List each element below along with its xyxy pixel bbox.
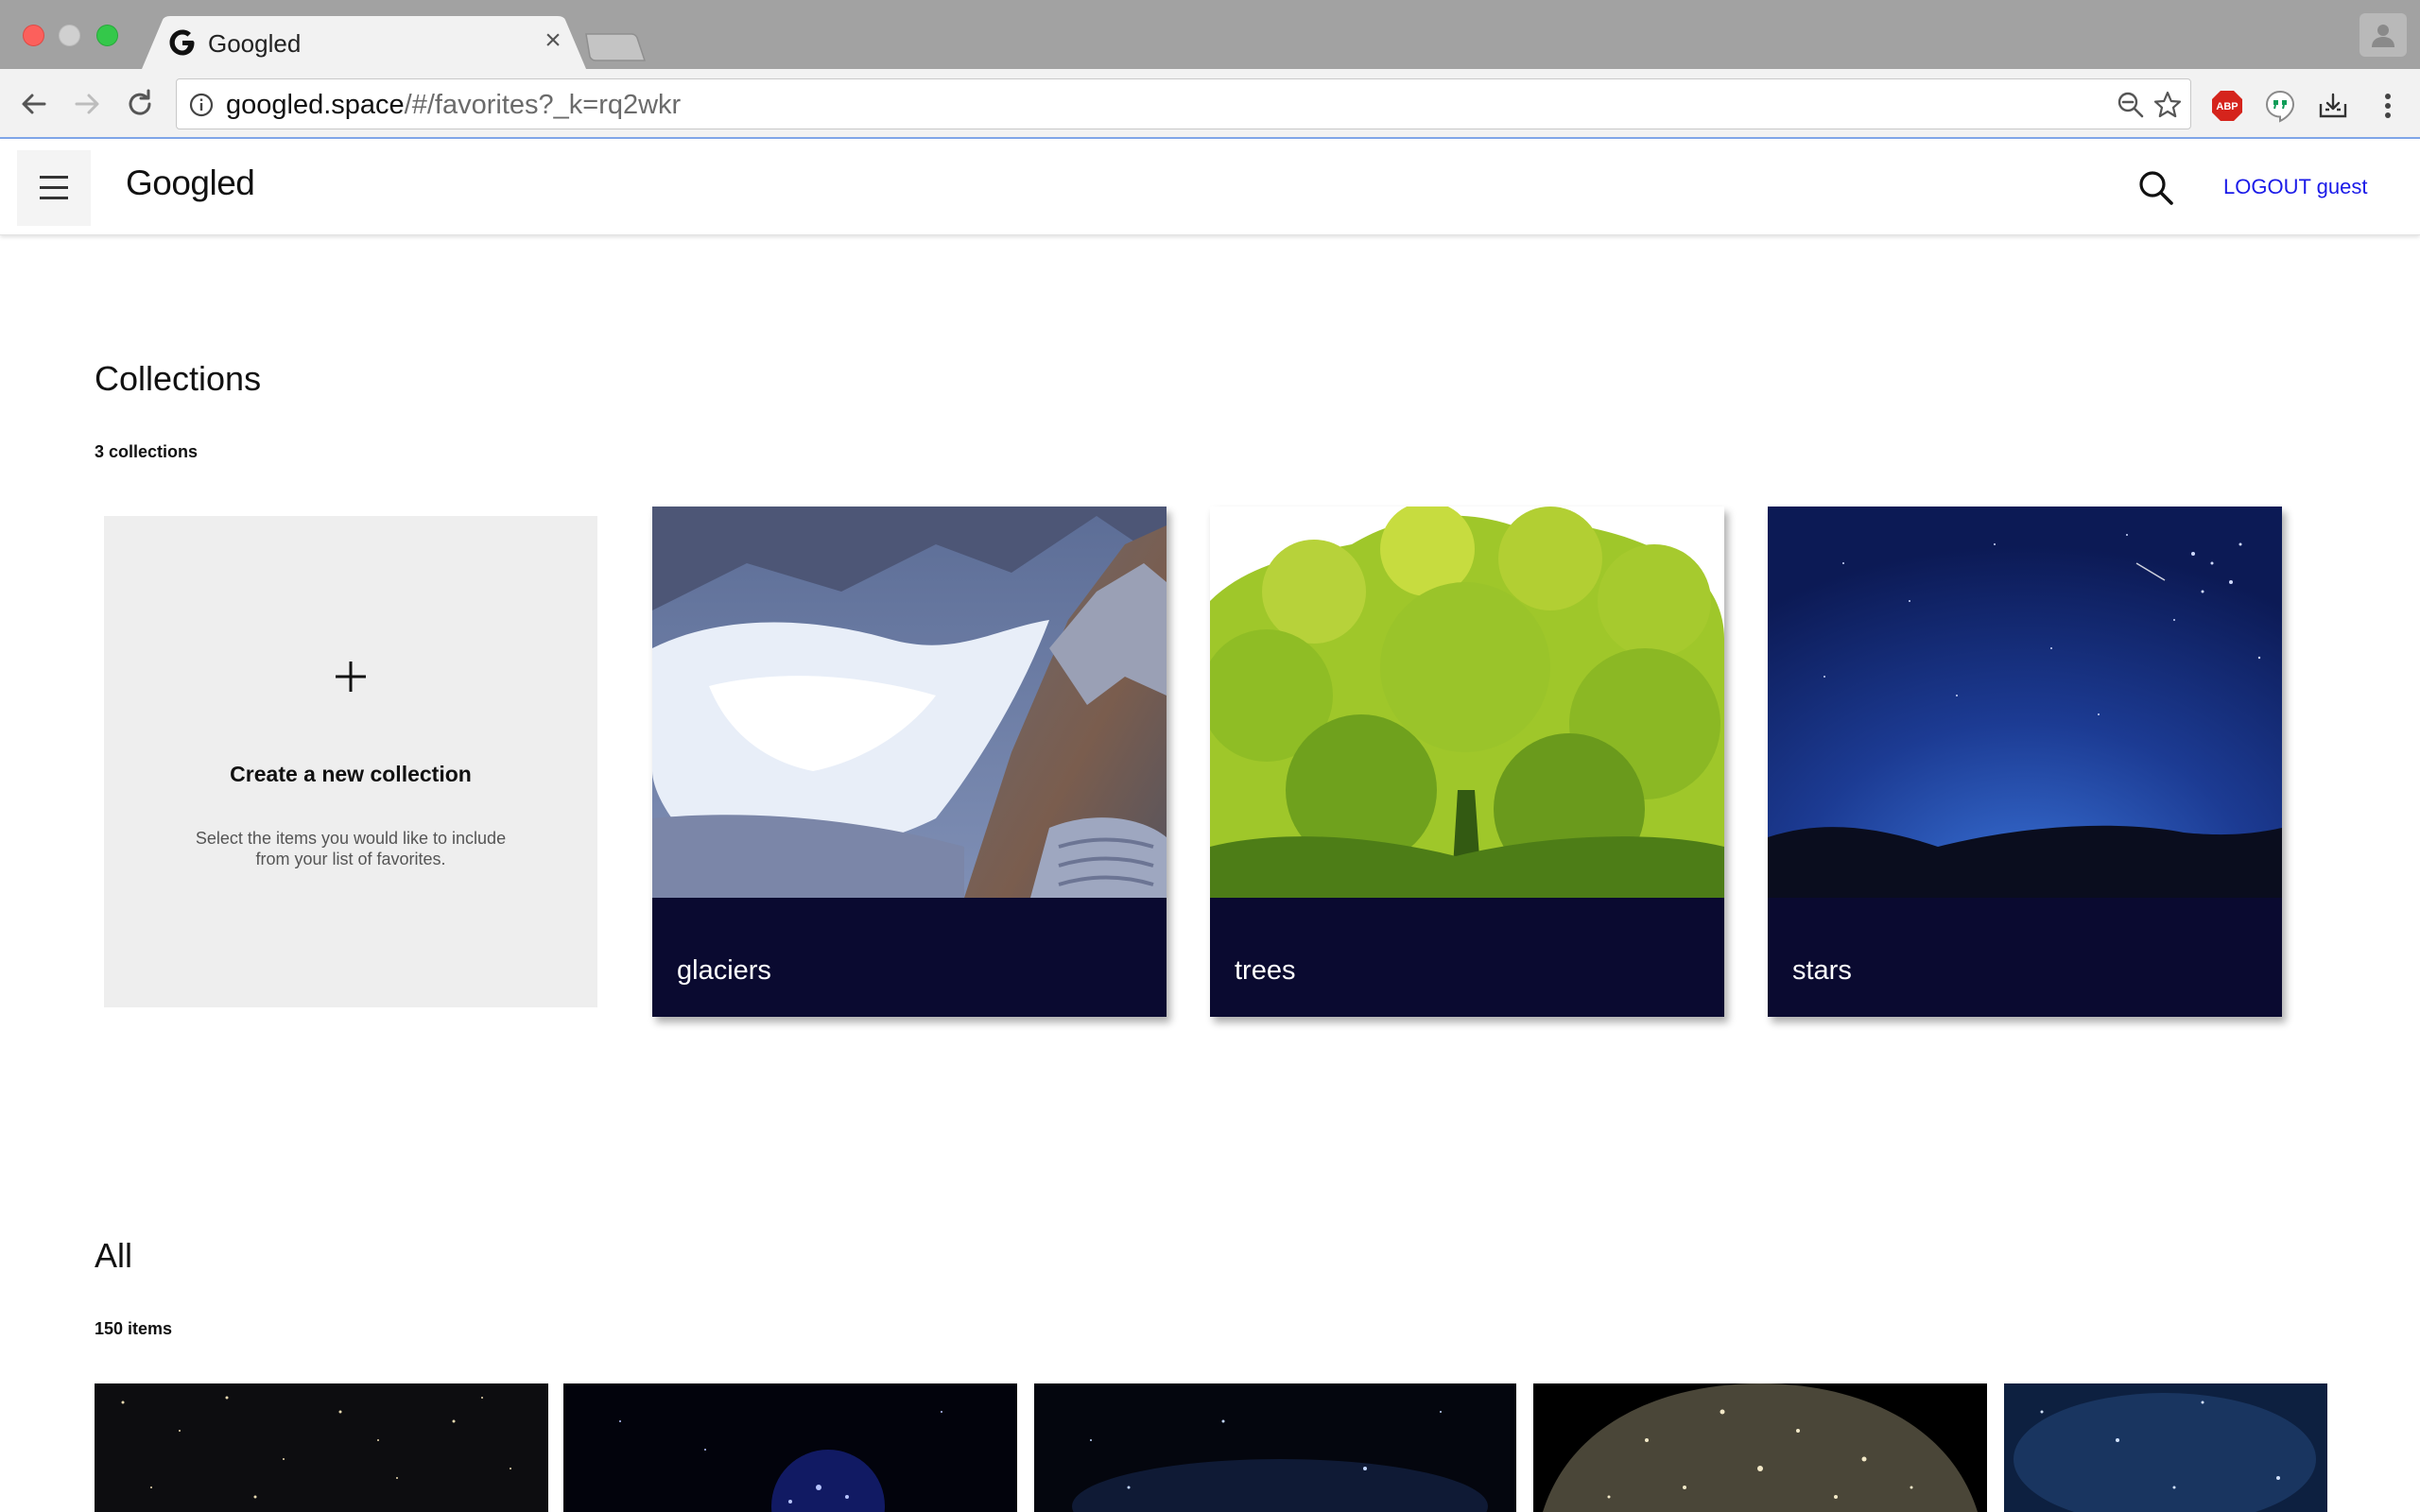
create-collection-description: Select the items you would like to inclu… [195,829,507,868]
collection-label-stars: stars [1792,955,1852,986]
collection-label-trees: trees [1235,955,1296,986]
back-arrow-icon [22,94,46,114]
collection-label-glaciers: glaciers [677,955,771,986]
back-button[interactable] [15,85,53,123]
collection-image-glaciers [652,507,1167,898]
logout-link[interactable]: LOGOUT guest [2223,175,2367,199]
create-collection-card[interactable]: Create a new collection Select the items… [104,516,597,1007]
hamburger-icon [40,176,68,199]
tab-close-icon[interactable]: × [539,26,567,56]
browser-titlebar: Googled × [0,0,2420,69]
hamburger-menu-button[interactable] [17,150,91,226]
url-path: /#/favorites?_k=rq2wkr [404,90,682,120]
tab-title: Googled [208,29,302,58]
collection-card-glaciers[interactable]: glaciers [652,507,1167,1017]
create-collection-title: Create a new collection [230,762,472,786]
address-bar[interactable]: googled.space/#/favorites?_k=rq2wkr [176,78,2191,129]
search-button[interactable] [2135,166,2178,210]
item-thumbnail[interactable] [95,1383,548,1512]
forward-arrow-icon [75,94,99,114]
plus-icon [104,658,597,714]
reload-button[interactable] [121,85,159,123]
collection-image-trees [1210,507,1724,898]
all-count: 150 items [95,1319,173,1338]
profile-button[interactable] [2360,13,2407,57]
item-thumbnail[interactable] [1034,1383,1516,1512]
adblock-plus-icon[interactable]: ABP [2210,89,2244,123]
browser-menu-icon[interactable] [2371,89,2405,123]
app-brand[interactable]: Googled [126,163,255,203]
collections-heading: Collections [95,359,262,398]
search-icon [2139,171,2173,205]
collection-card-trees[interactable]: trees [1210,507,1724,1017]
forward-button[interactable] [68,85,106,123]
new-tab-button[interactable] [582,32,648,62]
abp-text: ABP [2216,101,2238,112]
item-thumbnail[interactable] [1533,1383,1987,1512]
info-icon[interactable] [188,92,215,118]
url-text[interactable]: googled.space/#/favorites?_k=rq2wkr [226,90,681,121]
browser-tab-active[interactable]: Googled × [142,16,586,69]
window-zoom-button[interactable] [96,25,118,46]
window-close-button[interactable] [23,25,44,46]
bookmark-star-icon[interactable] [2152,90,2183,120]
person-icon [2372,25,2394,47]
item-thumbnail[interactable] [2004,1383,2327,1512]
collection-card-stars[interactable]: stars [1768,507,2282,1017]
google-g-icon [168,28,197,57]
collections-count: 3 collections [95,442,199,461]
app-header: Googled LOGOUT guest [0,141,2420,235]
collection-image-stars [1768,507,2282,898]
browser-toolbar: googled.space/#/favorites?_k=rq2wkr ABP [0,69,2420,139]
all-heading: All [95,1236,133,1275]
url-host: googled.space [226,90,405,120]
item-thumbnail[interactable] [563,1383,1017,1512]
window-minimize-button[interactable] [59,25,80,46]
zoom-out-icon[interactable] [2117,91,2145,119]
reload-icon [129,89,151,115]
hangouts-icon[interactable] [2263,89,2297,123]
download-tray-icon[interactable] [2316,89,2350,123]
